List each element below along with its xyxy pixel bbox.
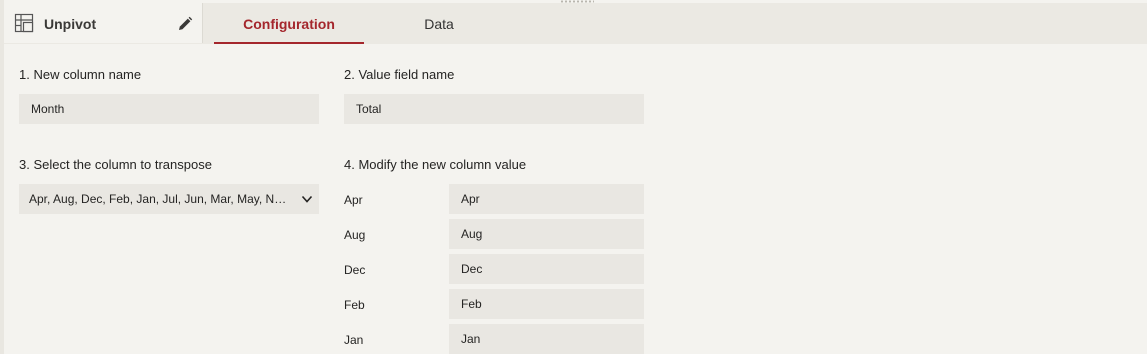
left-border [0, 0, 4, 354]
step-title: Unpivot [44, 16, 97, 32]
original-value-label: Apr [344, 193, 363, 207]
new-value-input[interactable]: Dec [449, 254, 644, 284]
transpose-column-label: 3. Select the column to transpose [19, 157, 212, 172]
new-column-name-input[interactable]: Month [19, 94, 319, 124]
new-value-input[interactable]: Apr [449, 184, 644, 214]
step-title-box: Unpivot [4, 3, 203, 43]
tab-data[interactable]: Data [364, 3, 514, 44]
value-field-name-label: 2. Value field name [344, 67, 455, 82]
new-value-input[interactable]: Feb [449, 289, 644, 319]
original-value-label: Feb [344, 298, 365, 312]
tab-configuration[interactable]: Configuration [214, 3, 364, 44]
new-value-input[interactable]: Aug [449, 219, 644, 249]
chevron-down-icon[interactable] [300, 192, 314, 206]
new-column-name-label: 1. New column name [19, 67, 142, 82]
transpose-column-select[interactable]: Apr, Aug, Dec, Feb, Jan, Jul, Jun, Mar, … [19, 184, 319, 214]
table-transform-icon [14, 13, 34, 33]
new-value-input[interactable]: Jan [449, 324, 644, 354]
original-value-label: Jan [344, 333, 364, 347]
resize-handle[interactable] [560, 0, 594, 3]
original-value-label: Aug [344, 228, 366, 242]
value-field-name-input[interactable]: Total [344, 94, 644, 124]
original-value-label: Dec [344, 263, 366, 277]
modify-column-value-label: 4. Modify the new column value [344, 157, 527, 172]
pencil-icon[interactable] [176, 15, 194, 33]
